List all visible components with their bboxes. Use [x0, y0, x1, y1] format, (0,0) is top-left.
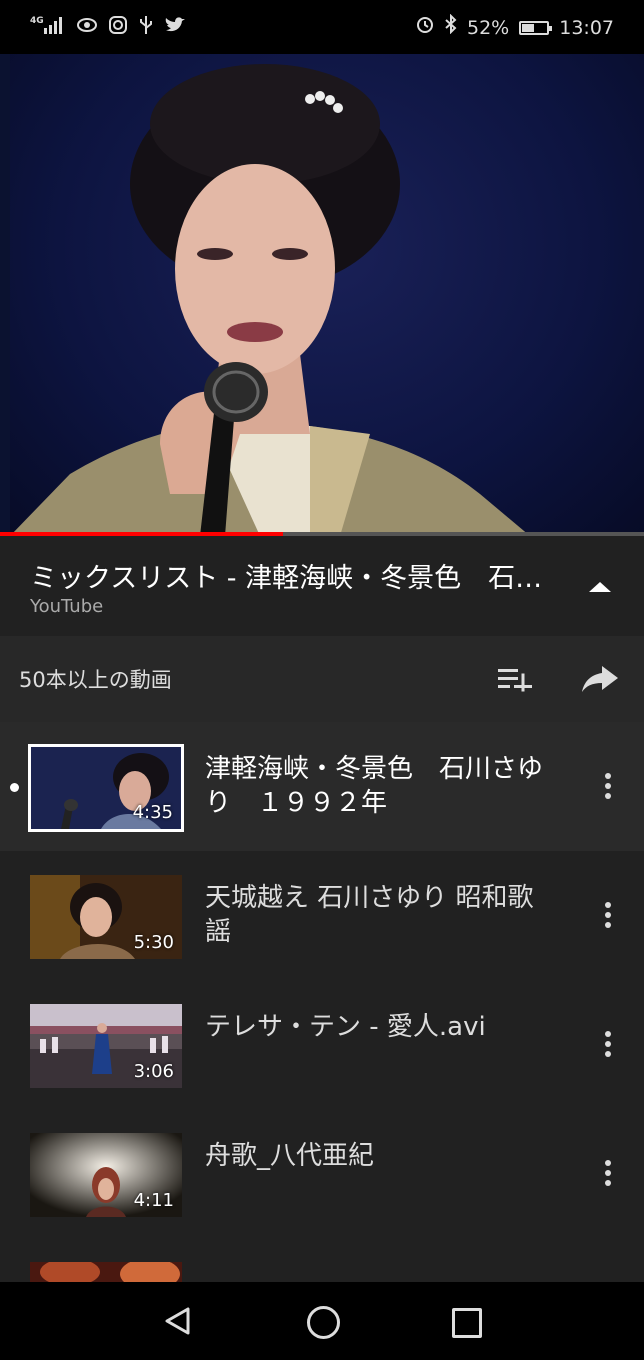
- twitter-icon: [164, 16, 186, 41]
- clock: 13:07: [559, 16, 614, 39]
- video-frame[interactable]: [10, 54, 644, 536]
- thumbnail[interactable]: 4:35: [28, 744, 184, 832]
- playlist-item[interactable]: 4:35 津軽海峡・冬景色 石川さゆり １９９２年: [0, 722, 644, 851]
- video-still: [10, 64, 530, 536]
- video-source: YouTube: [30, 596, 104, 617]
- item-title: テレサ・テン - 愛人.avi: [205, 1012, 486, 1042]
- video-player[interactable]: [0, 54, 644, 536]
- duration-label: 5:30: [133, 932, 174, 953]
- add-to-playlist-icon[interactable]: [496, 666, 536, 692]
- usb-icon: [138, 14, 154, 43]
- now-playing-indicator: [10, 783, 19, 792]
- playlist-item[interactable]: 4:11 舟歌_八代亜紀: [0, 1109, 644, 1238]
- item-title: 天城越え 石川さゆり 昭和歌謡: [205, 883, 534, 947]
- battery-level: [522, 23, 534, 32]
- thumbnail-image: [30, 1262, 182, 1282]
- signal-icon: 4G: [30, 14, 66, 43]
- playlist-list: 4:35 津軽海峡・冬景色 石川さゆり １９９２年 5:30 天城越え 石川さゆ…: [0, 722, 644, 1282]
- duration-label: 4:11: [133, 1190, 174, 1211]
- playlist-item[interactable]: [0, 1238, 644, 1282]
- video-title: ミックスリスト - 津軽海峡・冬景色 石川さゆり １９９２年: [30, 563, 560, 594]
- playlist-item[interactable]: 3:06 テレサ・テン - 愛人.avi: [0, 980, 644, 1109]
- thumbnail[interactable]: 5:30: [30, 875, 182, 959]
- playlist-item[interactable]: 5:30 天城越え 石川さゆり 昭和歌謡: [0, 851, 644, 980]
- alarm-icon: [415, 14, 435, 41]
- battery-percent: 52%: [467, 16, 510, 39]
- item-title: 舟歌_八代亜紀: [205, 1141, 375, 1171]
- more-options-icon[interactable]: [597, 899, 619, 933]
- recent-apps-icon[interactable]: [452, 1308, 482, 1338]
- battery-icon: [519, 20, 553, 35]
- back-icon[interactable]: [163, 1306, 193, 1336]
- duration-label: 3:06: [133, 1061, 174, 1082]
- share-icon[interactable]: [580, 664, 620, 694]
- home-icon[interactable]: [307, 1306, 340, 1339]
- duration-label: 4:35: [132, 802, 173, 823]
- thumbnail[interactable]: 4:11: [30, 1133, 182, 1217]
- status-bar: 4G 52% 13:07: [0, 0, 644, 54]
- more-options-icon[interactable]: [597, 1157, 619, 1191]
- collapse-icon[interactable]: [589, 582, 611, 592]
- more-options-icon[interactable]: [597, 770, 619, 804]
- thumbnail[interactable]: 3:06: [30, 1004, 182, 1088]
- player-header[interactable]: ミックスリスト - 津軽海峡・冬景色 石川さゆり １９９２年 YouTube: [0, 536, 644, 636]
- instagram-icon: [108, 15, 128, 42]
- eye-icon: [76, 16, 98, 41]
- network-type: 4G: [30, 16, 44, 26]
- bluetooth-icon: [445, 13, 457, 41]
- item-title: 津軽海峡・冬景色 石川さゆり １９９２年: [205, 754, 544, 818]
- playlist-count: 50本以上の動画: [19, 668, 172, 692]
- more-options-icon[interactable]: [597, 1028, 619, 1062]
- thumbnail[interactable]: [30, 1262, 182, 1282]
- playlist-bar: 50本以上の動画: [0, 636, 644, 722]
